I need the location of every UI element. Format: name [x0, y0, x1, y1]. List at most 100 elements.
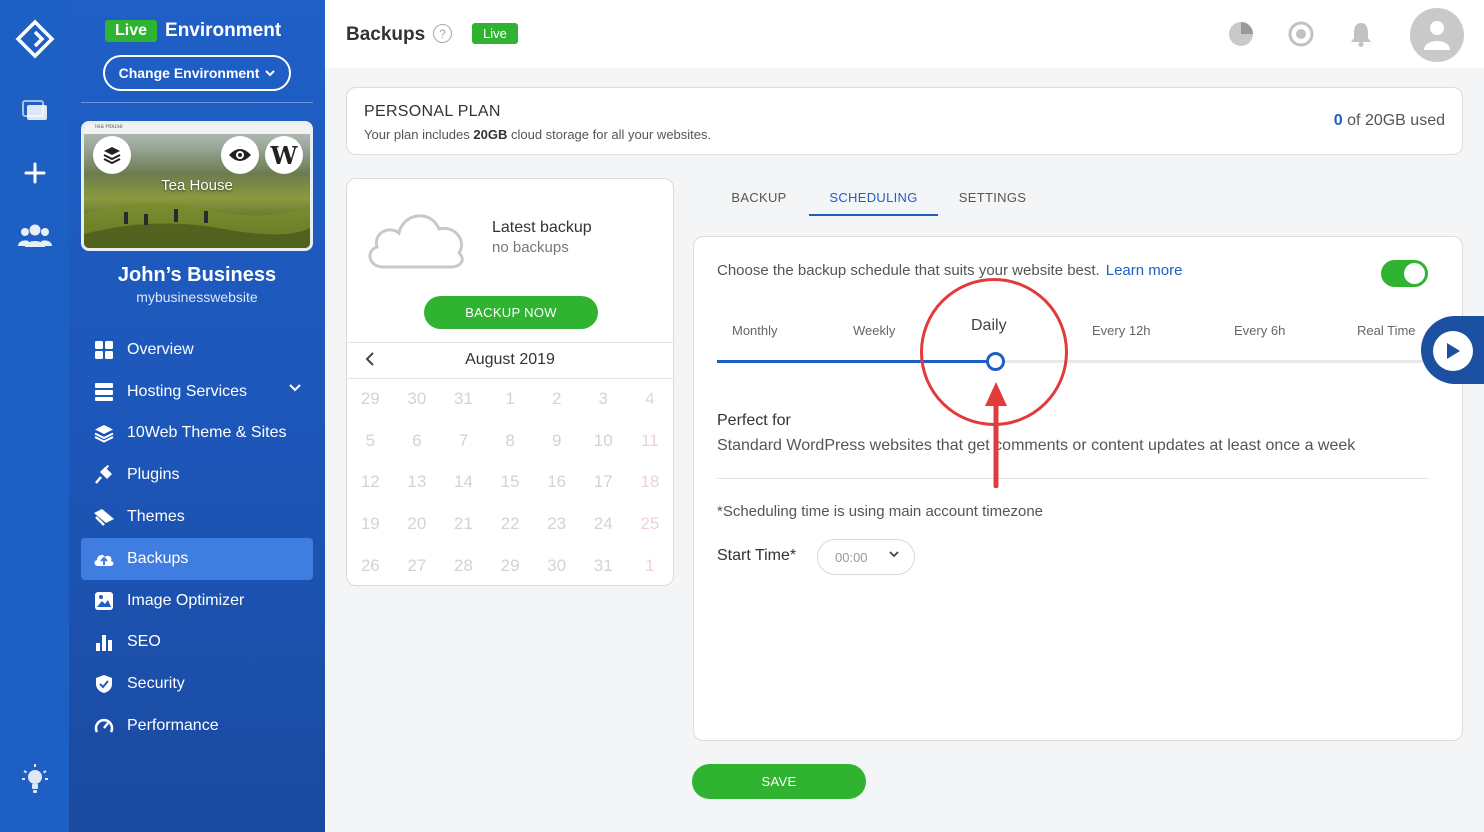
wordpress-button[interactable]: W: [265, 136, 303, 174]
frequency-slider-track[interactable]: [717, 360, 1423, 363]
tab-settings[interactable]: SETTINGS: [938, 180, 1047, 216]
calendar-day[interactable]: 17: [580, 472, 627, 514]
freq-real-time[interactable]: Real Time: [1357, 323, 1416, 338]
tour-tab[interactable]: [1421, 316, 1484, 384]
calendar-day[interactable]: 24: [580, 514, 627, 556]
calendar-day[interactable]: 2: [533, 389, 580, 431]
toggle-knob: [1404, 263, 1425, 284]
avatar[interactable]: [1410, 8, 1464, 62]
calendar-day[interactable]: 8: [487, 431, 534, 473]
sidebar-item-label: Security: [127, 675, 185, 693]
bell-icon[interactable]: [1347, 20, 1375, 48]
wordpress-icon: W: [270, 140, 298, 170]
schedule-toggle[interactable]: [1381, 260, 1428, 287]
chevron-down-icon[interactable]: [289, 384, 301, 392]
play-button[interactable]: [1433, 331, 1473, 371]
env-live-badge: Live: [105, 20, 158, 42]
sidebar-item-label: Plugins: [127, 466, 180, 484]
calendar-day[interactable]: 21: [440, 514, 487, 556]
calendar-day[interactable]: 22: [487, 514, 534, 556]
business-url: mybusinesswebsite: [136, 289, 258, 305]
plan-card: PERSONAL PLAN Your plan includes 20GB cl…: [346, 87, 1463, 155]
sidebar-item-themes[interactable]: Themes: [81, 496, 313, 538]
calendar-day[interactable]: 3: [580, 389, 627, 431]
calendar-day[interactable]: 23: [533, 514, 580, 556]
sidebar-item-plugins[interactable]: Plugins: [81, 454, 313, 496]
calendar-day[interactable]: 9: [533, 431, 580, 473]
calendar-day[interactable]: 26: [347, 556, 394, 585]
sidebar-item-image-optimizer[interactable]: Image Optimizer: [81, 580, 313, 622]
frequency-slider-fill: [717, 360, 995, 363]
calendar-day[interactable]: 29: [347, 389, 394, 431]
pie-chart-icon[interactable]: [1227, 20, 1255, 48]
freq-every-6h[interactable]: Every 6h: [1234, 323, 1285, 338]
sidebar: Live Environment Change Environment Tea …: [69, 0, 325, 832]
calendar-day[interactable]: 29: [487, 556, 534, 585]
calendar-day[interactable]: 31: [580, 556, 627, 585]
calendar-day[interactable]: 25: [627, 514, 673, 556]
plus-icon[interactable]: [0, 162, 69, 184]
windows-icon[interactable]: [0, 100, 69, 122]
eye-icon: [229, 149, 251, 161]
plan-title: PERSONAL PLAN: [364, 103, 501, 120]
calendar-day[interactable]: 7: [440, 431, 487, 473]
refresh-icon[interactable]: [1287, 20, 1315, 48]
backup-now-button[interactable]: BACKUP NOW: [424, 296, 598, 329]
tab-scheduling[interactable]: SCHEDULING: [809, 180, 938, 216]
calendar-day[interactable]: 30: [394, 389, 441, 431]
environment-indicator: Live Environment: [105, 20, 281, 42]
calendar-day[interactable]: 12: [347, 472, 394, 514]
start-time-value: 00:00: [835, 549, 868, 565]
calendar-day[interactable]: 19: [347, 514, 394, 556]
layers-button[interactable]: [93, 136, 131, 174]
change-environment-button[interactable]: Change Environment: [103, 55, 291, 91]
calendar-day[interactable]: 6: [394, 431, 441, 473]
frequency-slider-handle[interactable]: [986, 352, 1005, 371]
calendar-day[interactable]: 4: [627, 389, 673, 431]
start-time-select[interactable]: 00:00: [817, 539, 915, 575]
sidebar-item-security[interactable]: Security: [81, 663, 313, 705]
calendar-day[interactable]: 13: [394, 472, 441, 514]
calendar-day[interactable]: 5: [347, 431, 394, 473]
calendar-day[interactable]: 1: [627, 556, 673, 585]
calendar-day[interactable]: 20: [394, 514, 441, 556]
calendar-day[interactable]: 1: [487, 389, 534, 431]
calendar-day[interactable]: 27: [394, 556, 441, 585]
sidebar-item-hosting-services[interactable]: Hosting Services: [81, 371, 313, 413]
calendar-divider: [347, 378, 673, 379]
logo-icon[interactable]: [0, 18, 69, 60]
preview-button[interactable]: [221, 136, 259, 174]
calendar-day[interactable]: 11: [627, 431, 673, 473]
calendar-day[interactable]: 28: [440, 556, 487, 585]
freq-monthly[interactable]: Monthly: [732, 323, 778, 338]
calendar-day[interactable]: 15: [487, 472, 534, 514]
freq-daily[interactable]: Daily: [971, 317, 1007, 335]
lightbulb-icon[interactable]: [0, 762, 69, 796]
users-icon[interactable]: [0, 222, 69, 248]
calendar-month: August 2019: [465, 351, 555, 368]
site-thumbnail[interactable]: Tea House Tea House W: [81, 121, 313, 251]
sidebar-item-performance[interactable]: Performance: [81, 705, 313, 747]
save-button[interactable]: SAVE: [692, 764, 866, 799]
calendar-day[interactable]: 14: [440, 472, 487, 514]
help-icon[interactable]: ?: [433, 24, 452, 43]
calendar-day[interactable]: 31: [440, 389, 487, 431]
sidebar-item-seo[interactable]: SEO: [81, 622, 313, 664]
sidebar-item-theme-sites[interactable]: 10Web Theme & Sites: [81, 413, 313, 455]
server-icon: [93, 381, 115, 403]
plug-icon: [93, 464, 115, 486]
sidebar-item-backups[interactable]: Backups: [81, 537, 313, 580]
calendar-day[interactable]: 16: [533, 472, 580, 514]
sidebar-item-label: Performance: [127, 717, 219, 735]
calendar-day[interactable]: 10: [580, 431, 627, 473]
tab-backup[interactable]: BACKUP: [709, 180, 809, 216]
calendar-day[interactable]: 18: [627, 472, 673, 514]
freq-every-12h[interactable]: Every 12h: [1092, 323, 1151, 338]
learn-more-link[interactable]: Learn more: [1106, 262, 1183, 279]
sidebar-item-overview[interactable]: Overview: [81, 329, 313, 371]
perfect-for-heading: Perfect for: [717, 412, 791, 429]
freq-weekly[interactable]: Weekly: [853, 323, 895, 338]
icon-rail: [0, 0, 69, 832]
calendar-day[interactable]: 30: [533, 556, 580, 585]
layers-icon: [103, 147, 121, 165]
